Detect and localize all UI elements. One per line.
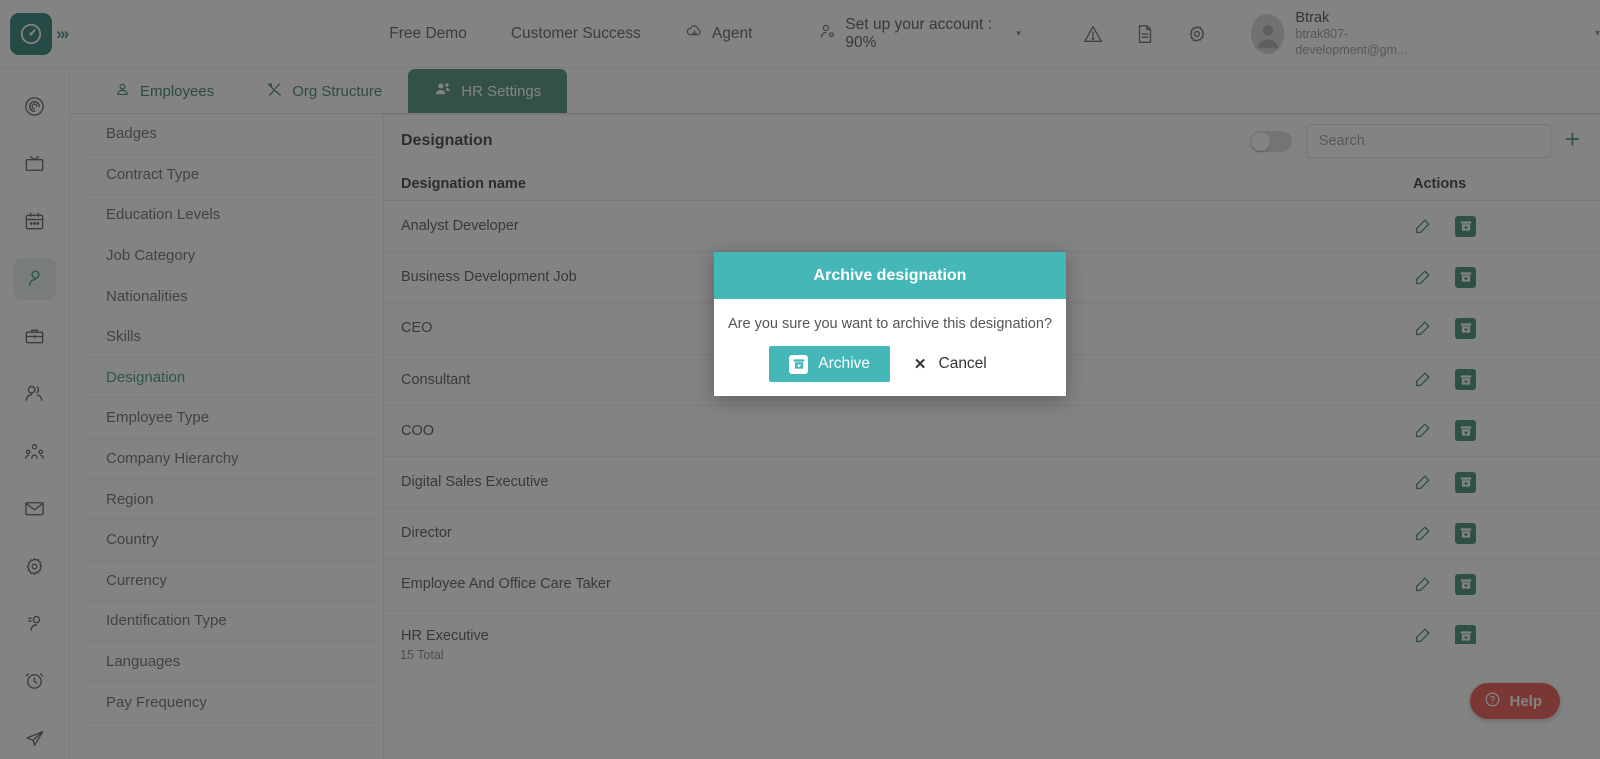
archive-confirm-button[interactable]: Archive xyxy=(769,346,890,382)
dialog-body: Are you sure you want to archive this de… xyxy=(714,299,1066,396)
cancel-button-label: Cancel xyxy=(938,355,987,372)
cancel-button[interactable]: ✕ Cancel xyxy=(889,346,1011,382)
dialog-actions: Archive ✕ Cancel xyxy=(714,346,1066,382)
archive-confirmation-dialog: Archive designation Are you sure you wan… xyxy=(714,252,1066,396)
close-x-icon: ✕ xyxy=(913,356,927,373)
dialog-title: Archive designation xyxy=(813,266,967,284)
dialog-header: Archive designation xyxy=(714,252,1066,299)
archive-box-icon xyxy=(789,354,809,374)
archive-confirm-label: Archive xyxy=(818,355,870,372)
dialog-message: Are you sure you want to archive this de… xyxy=(727,316,1053,332)
